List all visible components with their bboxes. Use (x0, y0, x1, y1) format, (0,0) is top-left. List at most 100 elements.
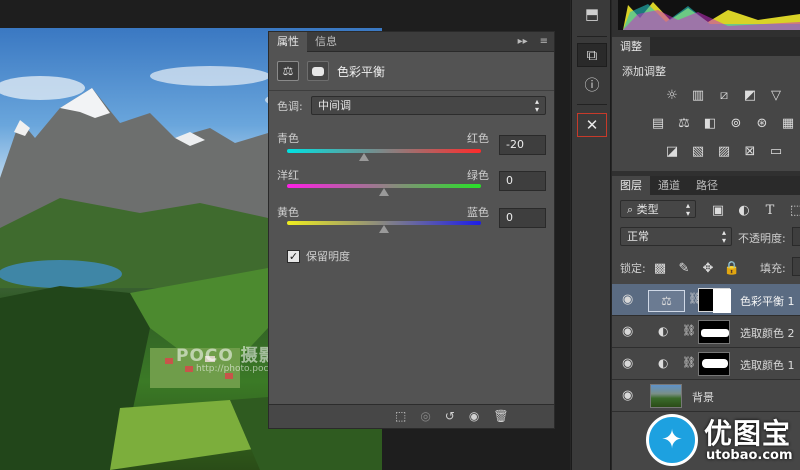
tab-layers[interactable]: 图层 (612, 176, 650, 195)
tab-properties[interactable]: 属性 (269, 31, 307, 52)
magenta-green-slider-thumb[interactable] (379, 188, 389, 196)
layer-filter-select[interactable]: ⌕ 类型 ▴ ▾ (620, 200, 696, 218)
color-lookup-icon[interactable]: ▦ (778, 114, 798, 132)
properties-header: ⚖ 色彩平衡 (277, 59, 547, 83)
cyan-red-value[interactable]: -20 (499, 135, 546, 155)
shape-filter-icon[interactable]: ⬚ (786, 201, 800, 219)
type-filter-icon[interactable]: T (760, 201, 780, 219)
lock-label: 锁定: (620, 262, 646, 275)
posterize-icon[interactable]: ▧ (688, 142, 708, 160)
fill-field[interactable] (792, 257, 800, 276)
selective-color-icon[interactable]: ⊠ (740, 142, 760, 160)
view-previous-icon[interactable]: ◎ (420, 409, 430, 423)
adjustment-filter-icon[interactable]: ◐ (734, 201, 754, 219)
link-chain-icon[interactable]: ⛓ (682, 356, 696, 369)
exposure-icon[interactable]: ◩ (740, 86, 760, 104)
layer-mask-thumb (698, 320, 730, 344)
clip-to-layer-icon[interactable]: ⬚ (395, 409, 406, 423)
brush-presets-icon[interactable]: ⬒ (577, 2, 607, 26)
histogram-graph (623, 2, 800, 30)
hue-saturation-icon[interactable]: ▤ (648, 114, 668, 132)
info-dock-icon[interactable]: ⓘ (577, 72, 607, 96)
select-arrows-icon: ▴ ▾ (721, 228, 726, 245)
panel-menu-icon[interactable]: ≡ (534, 36, 554, 47)
yellow-blue-value[interactable]: 0 (499, 208, 546, 228)
tab-channels[interactable]: 通道 (650, 176, 688, 195)
visibility-eye-icon[interactable]: ◉ (622, 388, 633, 403)
tone-select[interactable]: 中间调 ▴ ▾ (311, 96, 546, 115)
background-layer-thumb (650, 384, 682, 408)
layer-row-selective-color-2[interactable]: ◉ ◐ ⛓ 选取颜色 2 (612, 316, 800, 348)
trash-icon[interactable]: 🗑 (493, 409, 508, 423)
adjustment-row-1: ☼ ▥ ⧄ ◩ ▽ (662, 86, 786, 104)
slider-green-label: 绿色 (467, 169, 489, 182)
blend-mode-select[interactable]: 正常 ▴ ▾ (620, 227, 732, 246)
brightness-icon[interactable]: ☼ (662, 86, 682, 104)
right-panels: 调整 添加调整 ☼ ▥ ⧄ ◩ ▽ ▤ ⚖ ◧ ⊚ ⊛ ▦ ◪ ▧ ▨ ⊠ ▭ … (612, 0, 800, 470)
tools-dock-icon[interactable]: ✕ (577, 113, 607, 137)
select-arrows-icon: ▴ ▾ (685, 201, 690, 218)
properties-panel: 属性 信息 ▸▸ ≡ ⚖ 色彩平衡 色调: 中间调 ▴ ▾ 青色 红色 -20 洋… (268, 31, 555, 429)
checkbox-checked-icon[interactable]: ✓ (287, 249, 300, 263)
layer-mask-icon[interactable] (307, 61, 329, 81)
visibility-eye-icon[interactable]: ◉ (622, 324, 633, 339)
lock-move-icon[interactable]: ✥ (698, 259, 718, 277)
invert-icon[interactable]: ◪ (662, 142, 682, 160)
slider-blue-label: 蓝色 (467, 206, 489, 219)
link-chain-icon[interactable]: ⛓ (682, 324, 696, 337)
layer-mask-thumb (698, 288, 731, 313)
visibility-eye-icon[interactable]: ◉ (469, 409, 479, 423)
channel-mixer-icon[interactable]: ⊛ (752, 114, 772, 132)
visibility-eye-icon[interactable]: ◉ (622, 356, 633, 371)
collapse-icon[interactable]: ▸▸ (512, 36, 534, 47)
yellow-blue-slider-thumb[interactable] (379, 225, 389, 233)
add-adjustment-title: 添加调整 (622, 65, 666, 78)
levels-icon[interactable]: ▥ (688, 86, 708, 104)
vibrance-icon[interactable]: ▽ (766, 86, 786, 104)
opacity-field[interactable] (792, 227, 800, 246)
lock-all-icon[interactable]: 🔒 (722, 259, 742, 277)
magenta-green-value[interactable]: 0 (499, 171, 546, 191)
photo-filter-icon[interactable]: ⊚ (726, 114, 746, 132)
slider-red-label: 红色 (467, 132, 489, 145)
slider-cyan-label: 青色 (277, 132, 299, 145)
reset-icon[interactable]: ↺ (445, 409, 455, 423)
threshold-icon[interactable]: ▨ (714, 142, 734, 160)
layers-tabbar: 图层 通道 路径 (612, 176, 800, 195)
layer-name: 色彩平衡 1 (740, 295, 795, 308)
visibility-eye-icon[interactable]: ◉ (622, 292, 633, 307)
bird-logo-icon: ✦ (646, 414, 698, 466)
adjustments-tabbar: 调整 (612, 37, 800, 56)
tab-adjustments[interactable]: 调整 (612, 37, 650, 56)
properties-tabbar: 属性 信息 ▸▸ ≡ (269, 31, 554, 52)
fill-label: 填充: (760, 262, 786, 275)
curves-icon[interactable]: ⧄ (714, 86, 734, 104)
slider-yellow-label: 黄色 (277, 206, 299, 219)
cyan-red-slider[interactable] (287, 149, 481, 153)
color-balance-adjust-thumb: ⚖ (648, 290, 685, 312)
pixel-filter-icon[interactable]: ▣ (708, 201, 728, 219)
balance-scale-icon: ⚖ (661, 294, 672, 308)
blend-mode-value: 正常 (627, 230, 649, 243)
tab-info[interactable]: 信息 (307, 32, 345, 52)
tone-label: 色调: (277, 100, 303, 113)
adjustments-panel: 添加调整 ☼ ▥ ⧄ ◩ ▽ ▤ ⚖ ◧ ⊚ ⊛ ▦ ◪ ▧ ▨ ⊠ ▭ (612, 56, 800, 171)
layer-row-selective-color-1[interactable]: ◉ ◐ ⛓ 选取颜色 1 (612, 348, 800, 380)
layer-row-color-balance[interactable]: ◉ ⚖ ⛓ 色彩平衡 1 (612, 284, 800, 316)
layer-filter-icons: ▣ ◐ T ⬚ (708, 201, 800, 219)
layer-mask-thumb (698, 352, 730, 376)
layer-name: 选取颜色 1 (740, 359, 795, 372)
cyan-red-slider-thumb[interactable] (359, 153, 369, 161)
preserve-luminosity[interactable]: ✓ 保留明度 (287, 248, 350, 264)
lock-icons: ▩ ✎ ✥ 🔒 (650, 259, 742, 277)
lock-paint-icon[interactable]: ✎ (674, 259, 694, 277)
gradient-map-icon[interactable]: ▭ (766, 142, 786, 160)
lock-transparent-icon[interactable]: ▩ (650, 259, 670, 277)
black-white-icon[interactable]: ◧ (700, 114, 720, 132)
properties-dock-icon[interactable]: ⧉ (577, 43, 607, 67)
preserve-luminosity-label: 保留明度 (306, 250, 350, 263)
color-balance-icon[interactable]: ⚖ (674, 114, 694, 132)
histogram (618, 0, 800, 30)
layer-name: 选取颜色 2 (740, 327, 795, 340)
tab-paths[interactable]: 路径 (688, 176, 726, 195)
